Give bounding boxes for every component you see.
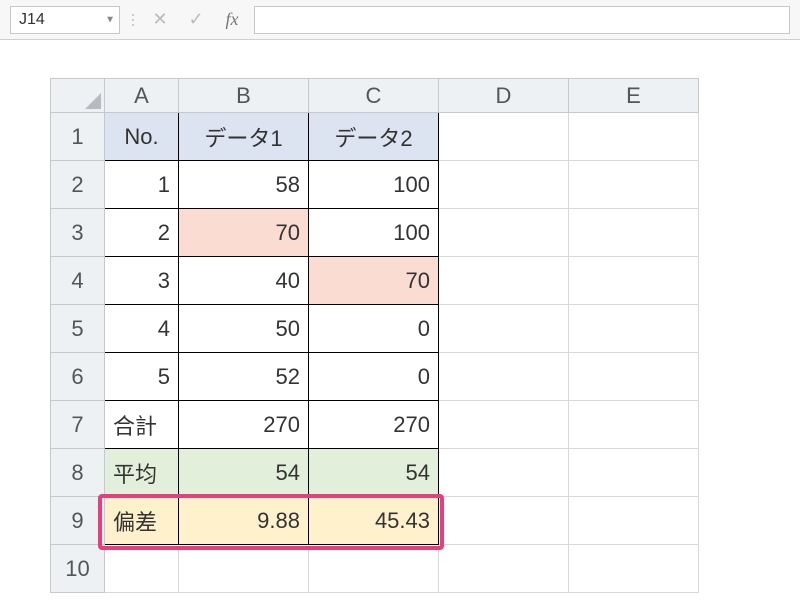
cell-D10[interactable]: [439, 545, 569, 593]
col-header-D[interactable]: D: [439, 79, 569, 113]
cell-D5[interactable]: [439, 305, 569, 353]
cell-C2[interactable]: 100: [309, 161, 439, 209]
cell-A7[interactable]: 合計: [105, 401, 179, 449]
row-header-7[interactable]: 7: [51, 401, 105, 449]
cell-A3[interactable]: 2: [105, 209, 179, 257]
cancel-icon[interactable]: ✕: [146, 6, 174, 34]
cell-E10[interactable]: [569, 545, 699, 593]
col-header-A[interactable]: A: [105, 79, 179, 113]
row-header-6[interactable]: 6: [51, 353, 105, 401]
cell-D1[interactable]: [439, 113, 569, 161]
cell-E4[interactable]: [569, 257, 699, 305]
cell-A10[interactable]: [105, 545, 179, 593]
cell-D2[interactable]: [439, 161, 569, 209]
cell-C1[interactable]: データ2: [309, 113, 439, 161]
cell-C8[interactable]: 54: [309, 449, 439, 497]
worksheet[interactable]: A B C D E 1 No. データ1 データ2 2 1 58 100: [50, 78, 699, 593]
cell-E7[interactable]: [569, 401, 699, 449]
cell-E2[interactable]: [569, 161, 699, 209]
cell-B7[interactable]: 270: [179, 401, 309, 449]
confirm-icon[interactable]: ✓: [182, 6, 210, 34]
col-header-C[interactable]: C: [309, 79, 439, 113]
cell-A4[interactable]: 3: [105, 257, 179, 305]
cell-D7[interactable]: [439, 401, 569, 449]
select-all-corner[interactable]: [51, 79, 105, 113]
cell-A2[interactable]: 1: [105, 161, 179, 209]
row-header-9[interactable]: 9: [51, 497, 105, 545]
fx-icon[interactable]: fx: [218, 6, 246, 34]
cell-A6[interactable]: 5: [105, 353, 179, 401]
row-header-1[interactable]: 1: [51, 113, 105, 161]
cell-C6[interactable]: 0: [309, 353, 439, 401]
dropdown-icon[interactable]: ▼: [105, 14, 115, 25]
cell-B5[interactable]: 50: [179, 305, 309, 353]
row-header-8[interactable]: 8: [51, 449, 105, 497]
cell-B2[interactable]: 58: [179, 161, 309, 209]
cell-C9[interactable]: 45.43: [309, 497, 439, 545]
cell-E3[interactable]: [569, 209, 699, 257]
cell-E8[interactable]: [569, 449, 699, 497]
separator-dots: [128, 14, 138, 26]
cell-B9[interactable]: 9.88: [179, 497, 309, 545]
cell-E1[interactable]: [569, 113, 699, 161]
cell-B3[interactable]: 70: [179, 209, 309, 257]
cell-C10[interactable]: [309, 545, 439, 593]
cell-B6[interactable]: 52: [179, 353, 309, 401]
cell-A1[interactable]: No.: [105, 113, 179, 161]
name-box-value: J14: [19, 11, 45, 29]
cell-B10[interactable]: [179, 545, 309, 593]
cell-E9[interactable]: [569, 497, 699, 545]
cell-E5[interactable]: [569, 305, 699, 353]
cell-B4[interactable]: 40: [179, 257, 309, 305]
cell-D4[interactable]: [439, 257, 569, 305]
grid-table: A B C D E 1 No. データ1 データ2 2 1 58 100: [50, 78, 699, 593]
row-header-3[interactable]: 3: [51, 209, 105, 257]
cell-A5[interactable]: 4: [105, 305, 179, 353]
cell-D9[interactable]: [439, 497, 569, 545]
row-header-5[interactable]: 5: [51, 305, 105, 353]
cell-B1[interactable]: データ1: [179, 113, 309, 161]
cell-D8[interactable]: [439, 449, 569, 497]
formula-input[interactable]: [254, 6, 790, 34]
cell-E6[interactable]: [569, 353, 699, 401]
row-header-10[interactable]: 10: [51, 545, 105, 593]
spreadsheet-window: J14 ▼ ✕ ✓ fx A B C D E 1 No. データ1 デ: [0, 0, 800, 600]
cell-A9[interactable]: 偏差: [105, 497, 179, 545]
cell-C3[interactable]: 100: [309, 209, 439, 257]
cell-D3[interactable]: [439, 209, 569, 257]
formula-bar-row: J14 ▼ ✕ ✓ fx: [0, 0, 800, 40]
row-header-2[interactable]: 2: [51, 161, 105, 209]
name-box[interactable]: J14 ▼: [10, 6, 120, 34]
cell-C7[interactable]: 270: [309, 401, 439, 449]
cell-B8[interactable]: 54: [179, 449, 309, 497]
col-header-B[interactable]: B: [179, 79, 309, 113]
cell-D6[interactable]: [439, 353, 569, 401]
cell-C4[interactable]: 70: [309, 257, 439, 305]
cell-C5[interactable]: 0: [309, 305, 439, 353]
col-header-E[interactable]: E: [569, 79, 699, 113]
row-header-4[interactable]: 4: [51, 257, 105, 305]
cell-A8[interactable]: 平均: [105, 449, 179, 497]
